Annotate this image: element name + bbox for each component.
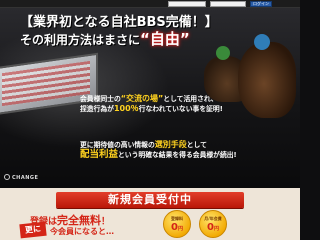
highlight-text: 選別手段 [154,140,187,149]
description-line-4: 配当利益という明確な結果を得る会員様が続出! [80,150,237,160]
logo-mark-icon [4,174,10,180]
login-button[interactable]: ログイン [250,1,272,7]
description-block-1: 会員様同士の“交流の場”として活用され、 捏造行為が100％行なわれていない事を… [80,94,223,114]
yen-unit: 円 [213,226,219,232]
description-block-2: 更に期待値の高い情報の選別手段として 配当利益という明確な結果を得る会員様が続出… [80,140,237,160]
subheadline-prefix: その利用方法はまさに [20,33,141,47]
highlight-text: 配当利益 [80,149,119,160]
member-benefit-text: 今会員になると… [50,227,114,236]
login-bar: ログイン [0,0,300,8]
jockey-green [216,46,230,60]
text: として活用され、 [163,95,218,103]
login-id-input[interactable] [168,1,206,7]
membership-fee-badge: 月/年会費 0円 [199,210,227,238]
registration-fee-badge: 登録料 0円 [163,210,191,238]
subheadline-highlight: “自由” [140,30,190,48]
page-subheadline: その利用方法はまさに“自由” [20,28,190,49]
registration-section: 新規会員受付中 登録は完全無料！ 更に 今会員になると… 登録料 0円 月/年会… [0,188,300,240]
brand-logo[interactable]: CHANGE [4,174,38,181]
description-line-2: 捏造行為が100％行なわれていない事を証明! [80,104,223,114]
yen-unit: 円 [177,226,183,232]
highlight-text: 100％ [113,104,139,113]
badge-value: 0円 [200,222,226,235]
text: として [186,141,207,149]
text: という明確な結果を得る会員様が続出! [118,151,237,159]
badge-value: 0円 [164,222,190,235]
highlight-text: “交流の場” [120,94,164,103]
text: 捏造行為が [80,105,114,113]
registration-banner[interactable]: 新規会員受付中 [56,192,244,208]
furthermore-tag: 更に [19,221,47,239]
racehorse-image-2 [238,42,296,118]
text: 会員様同士の [80,95,121,103]
value: 0 [171,222,178,233]
password-input[interactable] [210,1,246,7]
text: 更に期待値の高い情報の [80,141,155,149]
description-line-1: 会員様同士の“交流の場”として活用され、 [80,94,223,104]
brand-name: CHANGE [12,175,39,181]
hero-banner: 【業界初となる自社BBS完備！】 その利用方法はまさに“自由” 会員様同士の“交… [0,8,300,188]
value: 0 [207,222,214,233]
jockey-blue [254,34,270,50]
text: 行なわれていない事を証明! [138,105,223,113]
